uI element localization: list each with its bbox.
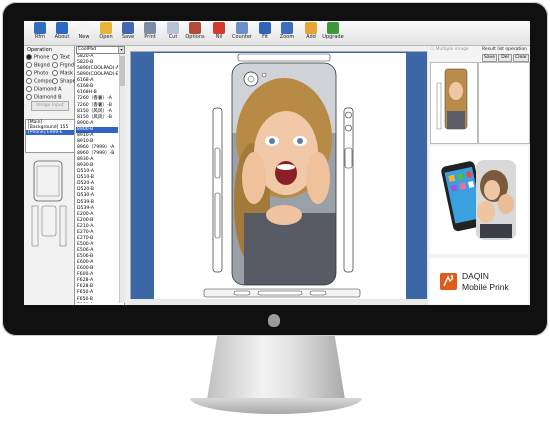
radio-circle xyxy=(52,62,58,68)
radio-circle xyxy=(26,62,32,68)
radio-label: Frgnd xyxy=(60,62,74,69)
phone-outline-preview xyxy=(31,160,67,247)
phone-thumb-image xyxy=(436,68,468,130)
brand-block: DAQIN Mobile Prink xyxy=(430,258,528,304)
upgrade-icon xyxy=(327,22,339,34)
operation-radio[interactable]: Bkgnd xyxy=(26,62,50,69)
radio-circle xyxy=(52,78,58,84)
model-list-panel: CoolPad ▾ 5820-A 5820-B 5890(COOLPAD)-A 589… xyxy=(75,46,125,305)
counter-icon xyxy=(236,22,248,34)
result-header: ☐ Multiple image Result list operation xyxy=(428,46,530,53)
radio-label: Shape xyxy=(60,78,76,85)
operation-radio[interactable]: Frgnd xyxy=(52,62,74,69)
multiple-image-checkbox[interactable]: ☐ Multiple image xyxy=(430,47,469,52)
radio-circle xyxy=(26,78,32,84)
info-icon xyxy=(56,22,68,34)
toolbar-button-zoom[interactable]: Zoom xyxy=(276,22,298,44)
daqin-logo-icon xyxy=(440,273,457,290)
chevron-down-icon[interactable]: ▾ xyxy=(118,47,124,53)
multiple-image-label: Multiple image xyxy=(435,47,469,52)
model-list-item[interactable]: 7260（香薯）-B xyxy=(76,103,118,109)
result-list-label: Result list operation xyxy=(482,47,527,52)
radio-circle xyxy=(26,94,32,100)
horizontal-ruler xyxy=(125,46,427,52)
radio-label: Diamond B xyxy=(34,94,62,101)
image-input-button[interactable]: Image Input xyxy=(31,101,69,111)
radio-label: Diamond A xyxy=(34,86,62,93)
radio-circle xyxy=(26,86,32,92)
skin-photo xyxy=(232,63,336,285)
nil-icon xyxy=(213,22,225,34)
model-list: 5820-A 5820-B 5890(COOLPAD)-A 5890(COOLPAD)… xyxy=(76,54,118,303)
radio-circle xyxy=(52,54,58,60)
radio-label: Mask xyxy=(60,70,73,77)
radio-label: Bkgnd xyxy=(34,62,50,69)
model-list-item[interactable]: 7260（香薯）-A xyxy=(76,96,118,102)
operation-group-title: Operation xyxy=(27,47,52,53)
operation-radio[interactable]: Diamond B xyxy=(26,94,62,101)
operation-radio[interactable]: Diamond A xyxy=(26,86,62,93)
radio-circle xyxy=(52,70,58,76)
brand-select-value: CoolPad xyxy=(78,47,97,52)
brand-tagline: Mobile Prink xyxy=(462,282,509,292)
vertical-ruler xyxy=(125,51,131,305)
brand-name: DAQIN xyxy=(462,271,489,281)
canvas-horizontal-scrollbar[interactable] xyxy=(130,299,427,305)
toolbar-button-options[interactable]: Options xyxy=(184,22,206,44)
radio-label: Photo xyxy=(34,70,49,77)
toolbar-label: Upgrade xyxy=(322,34,344,40)
brand-select[interactable]: CoolPad ▾ xyxy=(76,46,125,54)
result-clear-button[interactable]: Clear xyxy=(513,54,529,62)
save-disk-icon xyxy=(122,22,134,34)
result-save-button[interactable]: Save xyxy=(482,54,497,62)
radio-circle xyxy=(26,70,32,76)
layer-tree: [Main] [Background] 155 [Phone] E900-E xyxy=(25,119,75,153)
radio-label: Text xyxy=(60,54,71,61)
operation-radio[interactable]: Photo xyxy=(26,70,48,77)
printer-icon xyxy=(144,22,156,34)
result-panel: ☐ Multiple image Result list operation S… xyxy=(428,46,530,305)
toolbar-button-upgrade[interactable]: Upgrade xyxy=(322,22,344,44)
main-toolbar: Rfm About New Open Save Print Cut Options Nil Cou… xyxy=(24,21,530,46)
monitor-base xyxy=(190,398,362,414)
result-delete-button[interactable]: Del xyxy=(498,54,512,62)
operation-panel: Operation Phone Text Bkgnd Frgnd Photo Mask Co… xyxy=(24,46,76,305)
apple-logo-icon xyxy=(268,314,280,327)
phone-skin-template xyxy=(203,53,361,298)
model-list-item[interactable]: 8150（风风）-A xyxy=(76,109,118,115)
design-canvas[interactable] xyxy=(125,46,427,305)
result-thumbnail-2[interactable] xyxy=(478,62,530,144)
model-list-item[interactable]: 8150（风风）-B xyxy=(76,115,118,121)
mockup-image xyxy=(441,160,516,240)
screen: Rfm About New Open Save Print Cut Options Nil Cou… xyxy=(24,21,530,305)
tree-item[interactable]: [Phone] E900-E xyxy=(26,130,74,135)
print-page[interactable] xyxy=(154,53,406,299)
globe-icon xyxy=(34,22,46,34)
radio-label: Phone xyxy=(34,54,50,61)
monitor-stand xyxy=(206,336,346,406)
operation-radio[interactable]: Mask xyxy=(52,70,73,77)
result-thumbnail-1[interactable] xyxy=(430,62,478,144)
new-file-icon xyxy=(78,22,90,34)
phone-mockup-preview xyxy=(430,146,528,254)
operation-radio[interactable]: Text xyxy=(52,54,70,61)
tools-icon xyxy=(189,22,201,34)
zoom-icon xyxy=(281,22,293,34)
layer-tools xyxy=(25,112,73,127)
fit-screen-icon xyxy=(259,22,271,34)
operation-radio[interactable]: Shape xyxy=(52,78,76,85)
operation-radio[interactable]: Compos xyxy=(26,78,54,85)
operation-radio[interactable]: Phone xyxy=(26,54,50,61)
radio-circle xyxy=(26,54,32,60)
add-folder-icon xyxy=(305,22,317,34)
open-folder-icon xyxy=(100,22,112,34)
cut-icon xyxy=(167,22,179,34)
